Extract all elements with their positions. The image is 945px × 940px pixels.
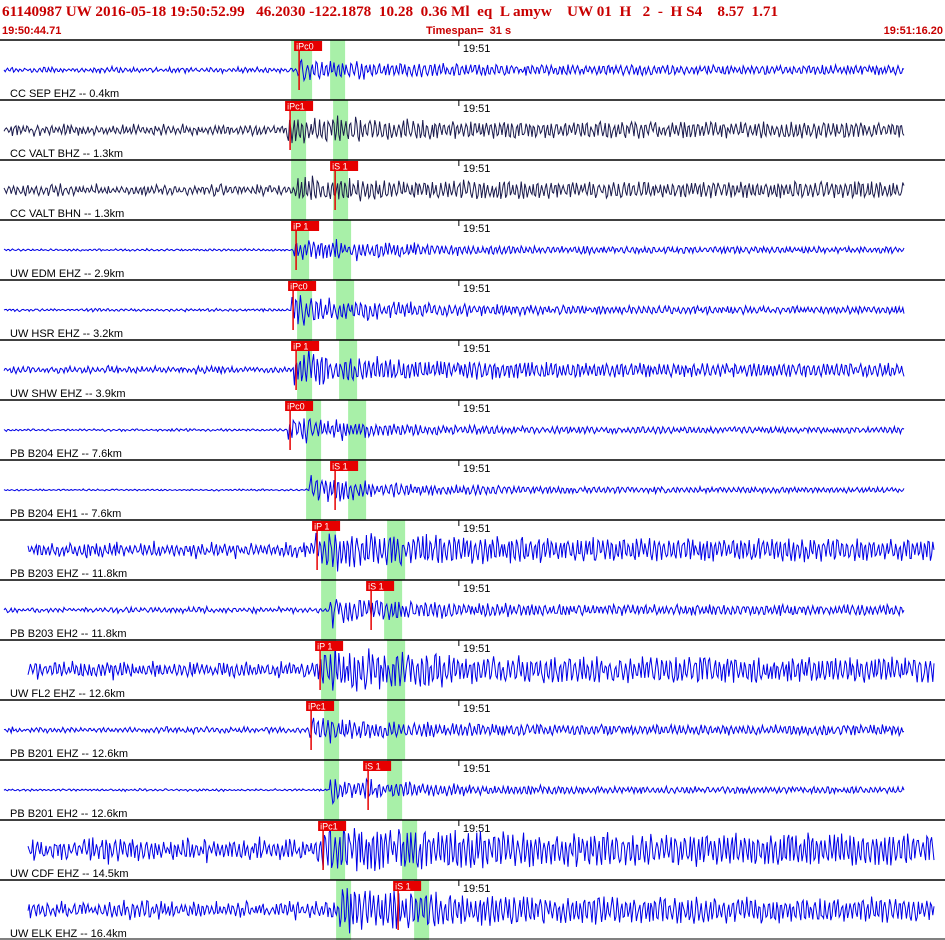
seismogram-plot: 19:51 iPc0 CC SEP EHZ -- 0.4km 19:51 iPc1 CC … bbox=[0, 39, 945, 940]
pick-label: iS 1 bbox=[368, 582, 384, 592]
waveform-trace bbox=[3, 239, 905, 262]
waveform-trace bbox=[3, 777, 905, 806]
waveform-trace bbox=[3, 475, 905, 503]
station-label: UW CDF EHZ -- 14.5km bbox=[10, 868, 129, 880]
pick-label: iP 1 bbox=[314, 522, 329, 532]
minute-label: 19:51 bbox=[463, 763, 491, 775]
pick-label: iP 1 bbox=[317, 642, 332, 652]
station-label: UW SHW EHZ -- 3.9km bbox=[10, 388, 126, 400]
minute-label: 19:51 bbox=[463, 523, 491, 535]
station-label: CC VALT BHZ -- 1.3km bbox=[10, 148, 123, 160]
station-label: PB B204 EHZ -- 7.6km bbox=[10, 448, 122, 460]
waveform-trace bbox=[3, 58, 905, 83]
pick-label: iPc0 bbox=[287, 402, 305, 412]
minute-label: 19:51 bbox=[463, 43, 491, 55]
waveform-trace bbox=[3, 717, 905, 744]
minute-label: 19:51 bbox=[463, 583, 491, 595]
station-label: PB B203 EHZ -- 11.8km bbox=[10, 568, 127, 580]
waveform-trace bbox=[3, 175, 905, 202]
waveform-trace bbox=[27, 532, 935, 572]
minute-label: 19:51 bbox=[463, 403, 491, 415]
minute-label: 19:51 bbox=[463, 703, 491, 715]
station-label: UW ELK EHZ -- 16.4km bbox=[10, 928, 127, 940]
pick-label: iS 1 bbox=[332, 162, 348, 172]
pick-label: iS 1 bbox=[332, 462, 348, 472]
minute-label: 19:51 bbox=[463, 163, 491, 175]
pick-label: iP 1 bbox=[293, 222, 308, 232]
pick-label: iPc1 bbox=[287, 102, 305, 112]
station-label: PB B204 EH1 -- 7.6km bbox=[10, 508, 121, 520]
minute-label: 19:51 bbox=[463, 343, 491, 355]
waveform-trace bbox=[3, 348, 905, 386]
minute-label: 19:51 bbox=[463, 283, 491, 295]
minute-label: 19:51 bbox=[463, 883, 491, 895]
station-label: PB B201 EHZ -- 12.6km bbox=[10, 748, 128, 760]
minute-label: 19:51 bbox=[463, 463, 491, 475]
waveform-trace bbox=[27, 828, 935, 872]
pick-label: iPc1 bbox=[320, 822, 338, 832]
minute-label: 19:51 bbox=[463, 103, 491, 115]
waveform-trace bbox=[3, 599, 905, 629]
station-label: PB B203 EH2 -- 11.8km bbox=[10, 628, 127, 640]
pick-window-band bbox=[348, 400, 367, 460]
station-label: UW FL2 EHZ -- 12.6km bbox=[10, 688, 125, 700]
pick-label: iP 1 bbox=[293, 342, 308, 352]
pick-label: iS 1 bbox=[365, 762, 381, 772]
waveform-trace bbox=[3, 295, 905, 326]
station-label: UW EDM EHZ -- 2.9km bbox=[10, 268, 124, 280]
minute-label: 19:51 bbox=[463, 223, 491, 235]
waveform-trace bbox=[3, 417, 905, 444]
station-label: UW HSR EHZ -- 3.2km bbox=[10, 328, 123, 340]
station-label: PB B201 EH2 -- 12.6km bbox=[10, 808, 127, 820]
station-label: CC SEP EHZ -- 0.4km bbox=[10, 88, 119, 100]
pick-label: iS 1 bbox=[395, 882, 411, 892]
pick-label: iPc0 bbox=[290, 282, 308, 292]
pick-label: iPc0 bbox=[296, 42, 314, 52]
pick-label: iPc1 bbox=[308, 702, 326, 712]
station-label: CC VALT BHN -- 1.3km bbox=[10, 208, 124, 220]
waveform-trace bbox=[3, 115, 905, 144]
minute-label: 19:51 bbox=[463, 643, 491, 655]
